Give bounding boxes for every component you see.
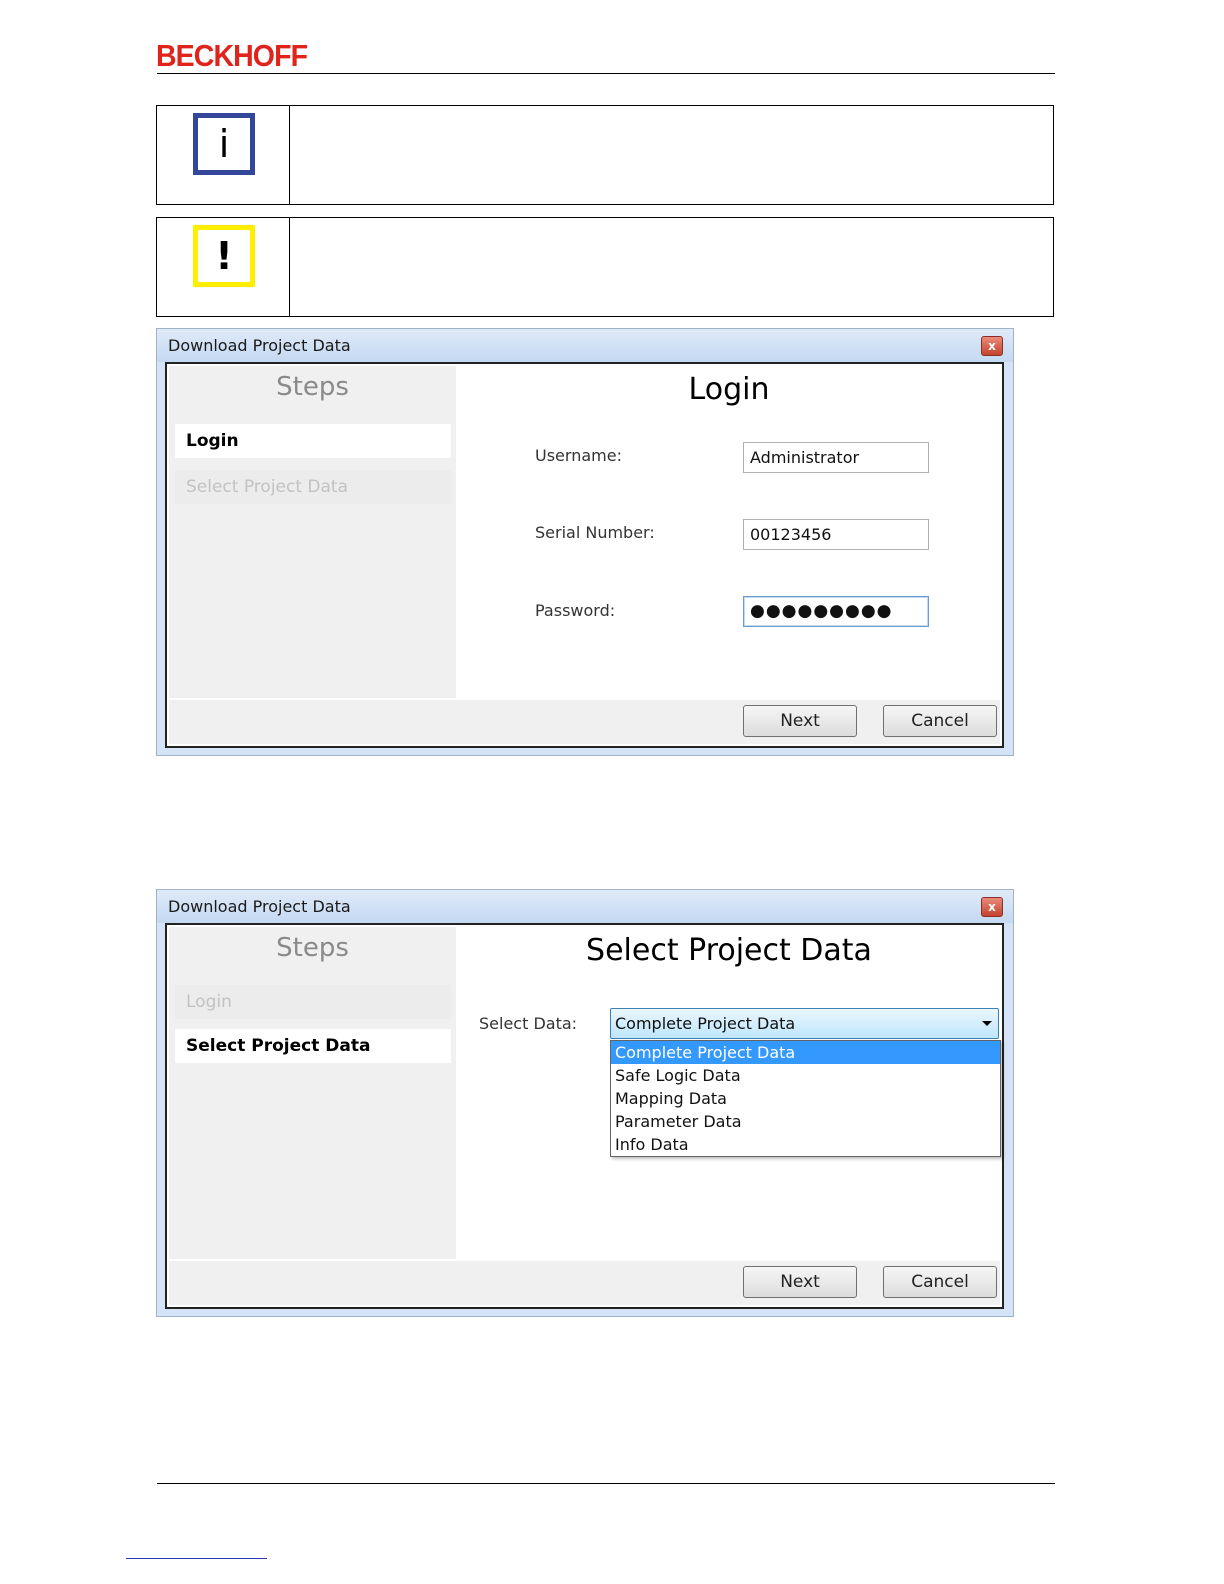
dialog-titlebar: Download Project Data x — [157, 890, 1013, 923]
dialog-footer: Next Cancel — [169, 1261, 1000, 1305]
note-icon-cell: i — [157, 106, 290, 204]
dropdown-option[interactable]: Complete Project Data — [611, 1041, 1000, 1064]
select-data-label: Select Data: — [479, 1014, 578, 1033]
steps-header: Steps — [276, 933, 349, 963]
steps-panel: Steps Login Select Project Data — [169, 366, 456, 698]
dropdown-option[interactable]: Safe Logic Data — [611, 1064, 1000, 1087]
serial-number-input[interactable]: 00123456 — [743, 519, 929, 550]
next-button[interactable]: Next — [743, 705, 857, 737]
warning-note: ! — [156, 217, 1054, 317]
select-data-dropdown: Complete Project Data Safe Logic Data Ma… — [610, 1040, 1001, 1157]
dialog-footer: Next Cancel — [169, 700, 1000, 744]
dialog-client: Steps Login Select Project Data Select P… — [165, 923, 1004, 1309]
dialog-titlebar: Download Project Data x — [157, 329, 1013, 362]
cancel-button[interactable]: Cancel — [883, 705, 997, 737]
login-dialog: Download Project Data x Steps Login Sele… — [156, 328, 1014, 756]
step-select-project-data[interactable]: Select Project Data — [175, 1029, 451, 1063]
footer-rule — [157, 1483, 1055, 1484]
page-title: Select Project Data — [586, 933, 872, 968]
close-icon[interactable]: x — [981, 336, 1003, 356]
step-login[interactable]: Login — [175, 985, 451, 1019]
steps-header: Steps — [276, 372, 349, 402]
header-rule — [157, 73, 1055, 74]
steps-panel: Steps Login Select Project Data — [169, 927, 456, 1259]
dropdown-option[interactable]: Mapping Data — [611, 1087, 1000, 1110]
dropdown-option[interactable]: Parameter Data — [611, 1110, 1000, 1133]
dialog-title: Download Project Data — [168, 336, 351, 355]
step-login[interactable]: Login — [175, 424, 451, 458]
dropdown-option[interactable]: Info Data — [611, 1133, 1000, 1156]
select-data-combobox[interactable]: Complete Project Data — [610, 1008, 999, 1039]
info-icon: i — [193, 113, 255, 175]
info-note: i — [156, 105, 1054, 205]
chevron-down-icon[interactable] — [982, 1021, 992, 1026]
close-icon[interactable]: x — [981, 897, 1003, 917]
cancel-button[interactable]: Cancel — [883, 1266, 997, 1298]
page-title: Login — [688, 372, 770, 407]
combobox-value: Complete Project Data — [615, 1014, 796, 1033]
step-select-project-data[interactable]: Select Project Data — [175, 470, 451, 504]
password-input[interactable]: ●●●●●●●●● — [743, 596, 929, 627]
footer-link-rule — [126, 1558, 267, 1559]
note-icon-cell: ! — [157, 218, 290, 316]
dialog-title: Download Project Data — [168, 897, 351, 916]
dialog-client: Steps Login Select Project Data Login Us… — [165, 362, 1004, 748]
username-input[interactable]: Administrator — [743, 442, 929, 473]
beckhoff-logo: BECKHOFF — [156, 38, 308, 73]
warning-icon: ! — [193, 225, 255, 287]
serial-number-label: Serial Number: — [535, 523, 655, 542]
password-label: Password: — [535, 601, 616, 620]
username-label: Username: — [535, 446, 622, 465]
next-button[interactable]: Next — [743, 1266, 857, 1298]
select-project-data-dialog: Download Project Data x Steps Login Sele… — [156, 889, 1014, 1317]
